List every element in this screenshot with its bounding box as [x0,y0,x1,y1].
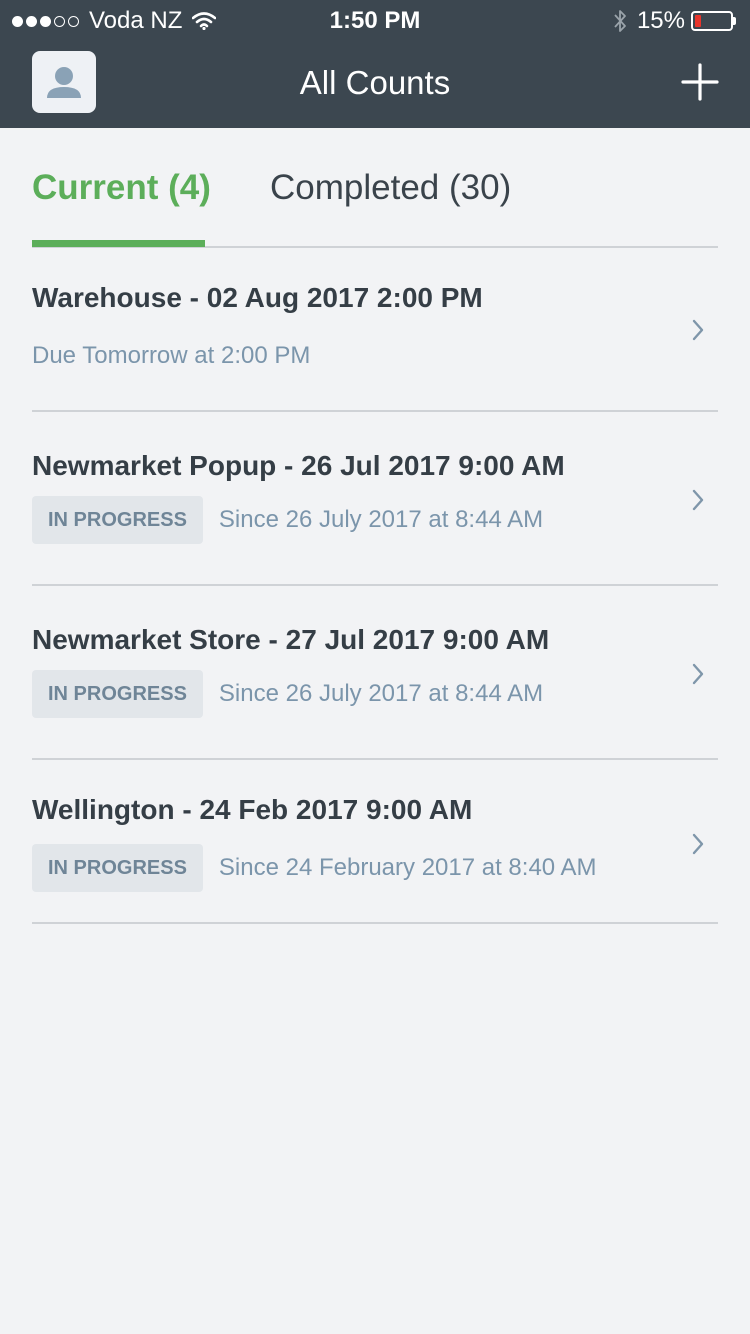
status-badge: IN PROGRESS [32,496,203,544]
chevron-right-icon [692,319,704,341]
app-header: Voda NZ 1:50 PM 15% All Counts [0,0,750,128]
count-subtitle-wrap: IN PROGRESS Since 26 July 2017 at 8:44 A… [32,670,543,718]
status-bar-right: 15% [613,7,736,35]
bluetooth-icon [614,10,626,32]
count-subtitle-wrap: Due Tomorrow at 2:00 PM [32,342,310,370]
count-row[interactable]: Newmarket Popup - 26 Jul 2017 9:00 AM IN… [32,412,718,586]
counts-list: Warehouse - 02 Aug 2017 2:00 PM Due Tomo… [32,248,718,924]
count-subtitle: Since 26 July 2017 at 8:44 AM [218,680,544,707]
count-subtitle-wrap: IN PROGRESS Since 24 February 2017 at 8:… [32,844,597,892]
count-row[interactable]: Wellington - 24 Feb 2017 9:00 AM IN PROG… [32,760,718,924]
chevron-right-icon [692,489,704,511]
battery-fill [695,15,701,27]
battery-percent: 15% [636,7,685,34]
count-title: Newmarket Store - 27 Jul 2017 9:00 AM [32,624,550,655]
count-subtitle: Since 24 February 2017 at 8:40 AM [218,854,597,881]
count-title: Wellington - 24 Feb 2017 9:00 AM [32,794,473,825]
count-subtitle-wrap: IN PROGRESS Since 26 July 2017 at 8:44 A… [32,496,543,544]
status-badge: IN PROGRESS [32,670,203,718]
chevron-right-icon [692,663,704,685]
plus-icon[interactable] [680,62,720,102]
battery-cap [733,17,736,25]
count-subtitle: Since 26 July 2017 at 8:44 AM [218,506,544,533]
count-title: Warehouse - 02 Aug 2017 2:00 PM [32,282,483,313]
status-badge: IN PROGRESS [32,844,203,892]
count-row[interactable]: Warehouse - 02 Aug 2017 2:00 PM Due Tomo… [32,248,718,412]
count-subtitle: Due Tomorrow at 2:00 PM [32,342,311,369]
count-row[interactable]: Newmarket Store - 27 Jul 2017 9:00 AM IN… [32,586,718,760]
chevron-right-icon [692,833,704,855]
page-title: All Counts [299,64,451,101]
tab-current[interactable]: Current (4) [32,168,211,208]
tab-completed[interactable]: Completed (30) [270,168,511,208]
active-tab-indicator [32,240,205,247]
count-title: Newmarket Popup - 26 Jul 2017 9:00 AM [32,450,565,481]
tab-bar: Current (4) Completed (30) [32,128,718,248]
status-bar: Voda NZ 1:50 PM 15% [0,0,750,40]
battery-icon [691,11,733,31]
